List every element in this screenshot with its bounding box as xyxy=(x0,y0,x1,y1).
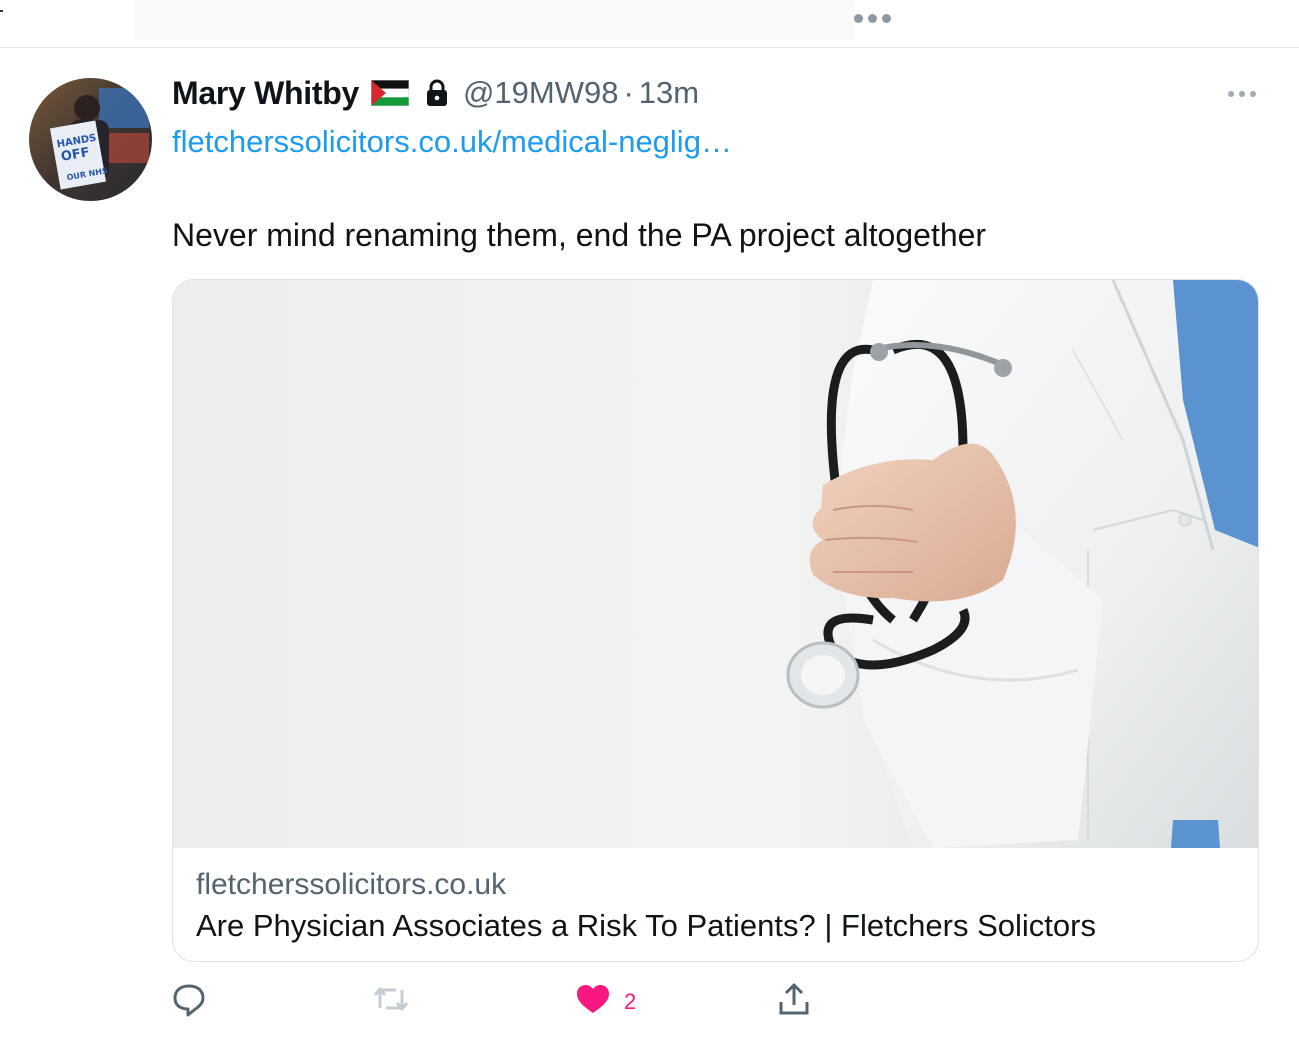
share-icon xyxy=(778,982,810,1021)
tweet-actions: 2 xyxy=(0,978,1299,1028)
author-name[interactable]: Mary Whitby xyxy=(172,75,359,112)
edge-mark xyxy=(0,10,3,12)
retweet-icon xyxy=(372,984,410,1019)
link-card[interactable]: fletcherssolicitors.co.uk Are Physician … xyxy=(172,279,1259,962)
palestine-flag-icon xyxy=(370,79,410,107)
reply-button[interactable] xyxy=(172,982,206,1023)
tweet-header: Mary Whitby @19MW98 · 13m xyxy=(172,73,699,113)
card-title: Are Physician Associates a Risk To Patie… xyxy=(196,908,1096,943)
avatar[interactable]: HANDS OFF OUR NHS xyxy=(29,78,152,201)
card-body[interactable]: fletcherssolicitors.co.uk Are Physician … xyxy=(173,848,1258,961)
tweet-link[interactable]: fletcherssolicitors.co.uk/medical-neglig… xyxy=(172,124,732,160)
like-count: 2 xyxy=(624,988,637,1014)
author-handle[interactable]: @19MW98 xyxy=(463,75,619,111)
share-button[interactable] xyxy=(778,982,810,1021)
previous-tweet-remnant xyxy=(134,0,854,40)
separator: · xyxy=(623,75,634,110)
timestamp[interactable]: 13m xyxy=(639,75,699,111)
divider xyxy=(0,47,1299,48)
tweet-text: Never mind renaming them, end the PA pro… xyxy=(172,217,987,253)
previous-more-icon[interactable] xyxy=(854,14,891,23)
like-button[interactable]: 2 xyxy=(576,984,636,1019)
more-options-icon[interactable] xyxy=(1222,82,1262,106)
lock-icon xyxy=(425,79,449,107)
retweet-button[interactable] xyxy=(372,984,410,1019)
card-domain: fletcherssolicitors.co.uk xyxy=(196,868,507,901)
heart-icon xyxy=(576,984,610,1019)
reply-icon xyxy=(172,982,206,1023)
card-image[interactable] xyxy=(173,280,1258,848)
